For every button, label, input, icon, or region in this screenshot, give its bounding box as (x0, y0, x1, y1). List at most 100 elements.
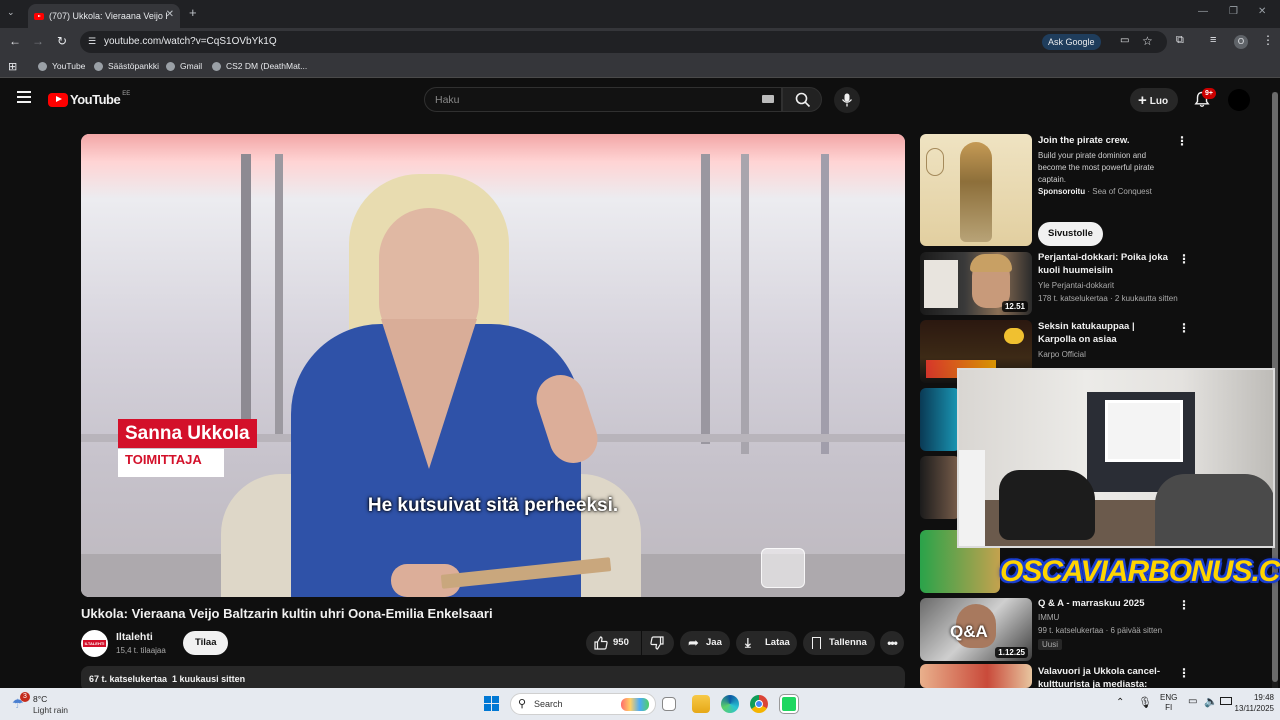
app-icon[interactable] (780, 695, 798, 713)
volume-icon[interactable]: 🔈 (1204, 695, 1218, 708)
restore-icon[interactable]: ❐ (1229, 6, 1238, 17)
channel-avatar[interactable]: ILTALEHTI (81, 630, 108, 657)
thumbnail-hidden-3[interactable] (920, 388, 960, 451)
bookmark-saastopankki[interactable]: Säästöpankki (94, 61, 159, 71)
youtube-logo[interactable]: YouTube EE (48, 90, 131, 107)
minimize-icon[interactable]: — (1198, 6, 1208, 17)
video-menu-icon[interactable]: ⋮ (1178, 667, 1190, 679)
microphone-icon (841, 93, 853, 107)
hamburger-menu-icon[interactable] (17, 91, 31, 103)
thumbnail-qa[interactable]: Q&A 1.12.25 (920, 598, 1032, 661)
thumbnail-hidden-4[interactable] (920, 456, 960, 519)
input-language[interactable]: ENG FI (1160, 693, 1177, 713)
ad-description: Build your pirate dominion and become th… (1038, 151, 1155, 184)
region-code: EE (122, 90, 131, 97)
edge-icon[interactable] (721, 695, 739, 713)
chrome-icon[interactable] (750, 695, 768, 713)
search-button[interactable] (782, 87, 822, 112)
promo-watermark: OSCAVIARBONUS.COM (1000, 555, 1280, 588)
forward-icon[interactable]: → (32, 34, 44, 48)
lower-third-role: TOIMITTAJA (118, 449, 224, 477)
video-menu-icon[interactable]: ⋮ (1178, 322, 1190, 334)
back-icon[interactable]: ← (9, 34, 21, 48)
url-text: youtube.com/watch?v=CqS1OVbYk1Q (104, 36, 277, 47)
like-button[interactable]: 950 (586, 631, 641, 655)
tab-search-icon[interactable]: ⌄ (7, 7, 15, 18)
ad-title[interactable]: Join the pirate crew. (1038, 134, 1168, 147)
ad-thumbnail[interactable] (920, 134, 1032, 246)
video-title-1[interactable]: Perjantai-dokkari: Poika joka kuoli huum… (1038, 251, 1168, 277)
close-window-icon[interactable]: ✕ (1258, 6, 1266, 17)
reload-icon[interactable]: ↻ (57, 34, 67, 48)
ad-cta-button[interactable]: Sivustolle (1038, 222, 1103, 246)
tab-close-icon[interactable]: ✕ (166, 9, 174, 20)
omnibox[interactable]: ☰ youtube.com/watch?v=CqS1OVbYk1Q Ask Go… (80, 31, 1167, 53)
clock[interactable]: 19:48 13/11/2025 (1224, 692, 1274, 714)
taskbar-search-box[interactable]: ⚲ Search (510, 693, 656, 715)
channel-1[interactable]: Yle Perjantai-dokkarit (1038, 280, 1114, 291)
more-actions-button[interactable]: ••• (880, 631, 904, 655)
studio-pillar (821, 154, 829, 454)
profile-avatar[interactable]: O (1234, 35, 1248, 49)
cast-icon[interactable]: ▭ (1120, 35, 1129, 46)
thumbnail-perjantai-dokkari[interactable]: 12.51 (920, 252, 1032, 315)
reading-list-icon[interactable]: ≡ (1210, 34, 1216, 46)
new-badge: Uusi (1038, 639, 1063, 650)
ad-menu-icon[interactable]: ⋮ (1176, 135, 1188, 147)
thumbnail-valavuori[interactable] (920, 664, 1032, 688)
more-horizontal-icon: ••• (887, 636, 898, 650)
browser-tab[interactable]: (707) Ukkola: Vieraana Veijo Baltzarin ✕ (28, 4, 180, 28)
channel-name[interactable]: Iltalehti (116, 631, 153, 643)
duration-badge: 12.51 (1001, 301, 1028, 312)
apps-grid-icon[interactable]: ⊞ (8, 60, 17, 73)
windows-start-icon[interactable] (484, 696, 500, 712)
file-explorer-icon[interactable] (692, 695, 710, 713)
video-menu-icon[interactable]: ⋮ (1178, 599, 1190, 611)
save-button[interactable]: Tallenna (803, 631, 875, 655)
channel-3[interactable]: IMMU (1038, 612, 1059, 623)
address-toolbar: ← → ↻ ☰ youtube.com/watch?v=CqS1OVbYk1Q … (0, 28, 1280, 56)
bookmark-youtube[interactable]: YouTube (38, 61, 85, 71)
voice-search-button[interactable] (834, 87, 860, 113)
tab-title: (707) Ukkola: Vieraana Veijo Baltzarin (49, 11, 167, 21)
video-player[interactable]: Sanna Ukkola TOIMITTAJA He kutsuivat sit… (81, 134, 905, 597)
ask-google-button[interactable]: Ask Google (1042, 34, 1101, 50)
extensions-icon[interactable]: ⧉ (1176, 34, 1184, 47)
account-avatar[interactable] (1228, 89, 1250, 111)
notifications-button[interactable]: 9+ (1194, 88, 1216, 113)
new-tab-button[interactable]: + (189, 6, 197, 19)
task-view-icon[interactable] (662, 697, 676, 711)
search-highlight-icon (621, 698, 649, 711)
subscribe-button[interactable]: Tilaa (183, 631, 229, 655)
water-glass (761, 548, 805, 588)
search-input[interactable]: Haku (424, 87, 782, 112)
youtube-logo-text: YouTube (70, 92, 121, 107)
dislike-button[interactable] (642, 631, 674, 655)
video-menu-icon[interactable]: ⋮ (1178, 253, 1190, 265)
chrome-menu-icon[interactable]: ⋮ (1262, 33, 1274, 47)
create-button[interactable]: + Luo (1130, 88, 1179, 112)
site-info-icon[interactable]: ☰ (88, 36, 96, 47)
webcam-window (1105, 400, 1183, 462)
bookmark-cs2-dm[interactable]: CS2 DM (DeathMat... (212, 61, 307, 71)
share-button[interactable]: ➦ Jaa (680, 631, 730, 655)
presenter-neckline (381, 319, 477, 469)
meta-1: 178 t. katselukertaa · 2 kuukautta sitte… (1038, 294, 1178, 303)
video-title-2[interactable]: Seksin katukauppaa | Karpolla on asiaa (1038, 320, 1168, 346)
youtube-header: YouTube EE Haku + Luo 9+ (0, 80, 1280, 120)
tray-mic-icon[interactable]: 🎙 (1138, 696, 1152, 709)
video-title-3[interactable]: Q & A - marraskuu 2025 (1038, 597, 1168, 610)
globe-icon (94, 61, 103, 71)
network-icon[interactable]: ▭ (1188, 696, 1197, 707)
thumbnail-hair (970, 254, 1012, 272)
keyboard-icon[interactable] (762, 95, 774, 103)
channel-2[interactable]: Karpo Official (1038, 349, 1086, 360)
duration-badge: 1.12.25 (995, 647, 1028, 658)
weather-widget[interactable]: ☂ 3 8°C Light rain (12, 692, 92, 718)
thumbnail-qa-text: Q&A (950, 622, 988, 641)
sponsored-label: Sponsoroitu (1038, 187, 1086, 196)
tray-overflow-icon[interactable]: ⌃ (1116, 697, 1124, 708)
bookmark-star-icon[interactable]: ☆ (1142, 34, 1153, 48)
bookmark-gmail[interactable]: Gmail (166, 61, 202, 71)
download-button[interactable]: ⤓ Lataa (736, 631, 797, 655)
